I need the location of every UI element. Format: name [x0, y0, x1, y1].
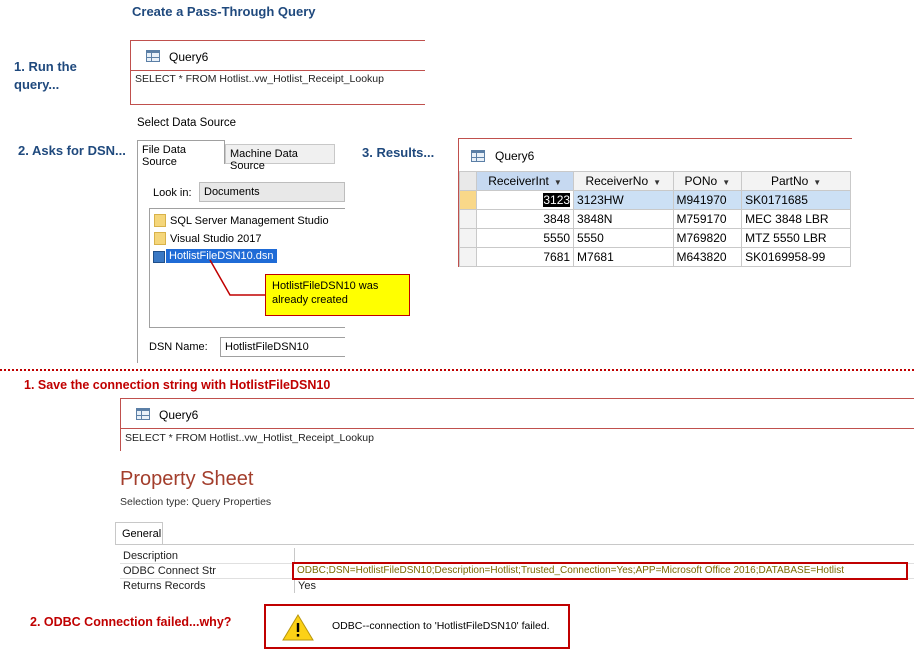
- cell-receiverint[interactable]: 7681: [475, 247, 575, 267]
- sql-text[interactable]: SELECT * FROM Hotlist..vw_Hotlist_Receip…: [135, 73, 384, 85]
- cell-receiverno[interactable]: M7681: [573, 247, 674, 267]
- query-window-title[interactable]: Query6: [159, 408, 198, 422]
- row-selector[interactable]: [459, 247, 477, 267]
- tab-machine-data-source[interactable]: Machine Data Source: [225, 144, 335, 172]
- cell-partno[interactable]: SK0169958-99: [741, 247, 851, 267]
- property-sheet-title: Property Sheet: [120, 468, 254, 490]
- callout-leader: [209, 259, 265, 296]
- column-header-partno[interactable]: PartNo ▼: [741, 171, 851, 191]
- error-dialog: ODBC--connection to 'HotlistFileDSN10' f…: [264, 604, 570, 649]
- cell-receiverno[interactable]: 5550: [573, 228, 674, 248]
- section-divider: [0, 369, 914, 371]
- cell-partno[interactable]: SK0171685: [741, 190, 851, 210]
- table-row[interactable]: 3123 3123HW M941970 SK0171685: [459, 190, 851, 210]
- warning-icon: [282, 614, 314, 641]
- cell-pono[interactable]: M941970: [672, 190, 743, 210]
- list-item-ssms[interactable]: SQL Server Management Studio: [170, 215, 329, 227]
- query-window-1: Query6 SELECT * FROM Hotlist..vw_Hotlist…: [130, 40, 425, 105]
- table-row[interactable]: 3848 3848N M759170 MEC 3848 LBR: [459, 209, 851, 229]
- odbc-connect-field[interactable]: ODBC;DSN=HotlistFileDSN10;Description=Ho…: [292, 562, 908, 580]
- callout-note: HotlistFileDSN10 was already created: [265, 274, 410, 316]
- cell-receiverint[interactable]: 5550: [475, 228, 575, 248]
- query-window-2: Query6 SELECT * FROM Hotlist..vw_Hotlist…: [120, 398, 914, 451]
- cell-receiverno[interactable]: 3848N: [573, 209, 674, 229]
- dsn-dialog-title: Select Data Source: [137, 117, 237, 129]
- query-icon: [136, 408, 150, 420]
- cell-partno[interactable]: MTZ 5550 LBR: [741, 228, 851, 248]
- step-asks-dsn-label: 2. Asks for DSN...: [18, 143, 126, 158]
- step-results-label: 3. Results...: [362, 145, 435, 160]
- sql-text[interactable]: SELECT * FROM Hotlist..vw_Hotlist_Receip…: [125, 432, 374, 444]
- dsn-file-icon: [153, 251, 165, 263]
- look-in-label: Look in:: [153, 187, 192, 199]
- select-all-corner[interactable]: [459, 171, 477, 191]
- list-item-vs2017[interactable]: Visual Studio 2017: [170, 233, 262, 245]
- column-header-receiverno[interactable]: ReceiverNo ▼: [573, 171, 674, 191]
- results-window-title[interactable]: Query6: [495, 149, 534, 163]
- cell-receiverint[interactable]: 3123: [475, 190, 575, 210]
- cell-receiverno[interactable]: 3123HW: [573, 190, 674, 210]
- look-in-select[interactable]: Documents: [199, 182, 345, 202]
- selection-type: Selection type: Query Properties: [120, 496, 272, 508]
- tab-general[interactable]: General: [115, 522, 163, 544]
- results-grid: ReceiverInt ▼ ReceiverNo ▼ PONo ▼ PartNo ▼ 3…: [459, 171, 851, 267]
- dsn-name-input[interactable]: HotlistFileDSN10: [220, 337, 345, 357]
- odbc-connect-value: ODBC;DSN=HotlistFileDSN10;Description=Ho…: [297, 565, 844, 576]
- table-row[interactable]: 5550 5550 M769820 MTZ 5550 LBR: [459, 228, 851, 248]
- column-header-receiverint[interactable]: ReceiverInt ▼: [475, 171, 575, 191]
- row-selector[interactable]: [459, 228, 477, 248]
- row-selector[interactable]: [459, 209, 477, 229]
- cell-partno[interactable]: MEC 3848 LBR: [741, 209, 851, 229]
- step-save-conn-label: 1. Save the connection string with Hotli…: [24, 378, 331, 392]
- folder-icon: [154, 232, 166, 245]
- prop-label-odbc-connect: ODBC Connect Str: [123, 565, 216, 577]
- error-message: ODBC--connection to 'HotlistFileDSN10' f…: [332, 620, 550, 632]
- cell-pono[interactable]: M759170: [672, 209, 743, 229]
- query-icon: [146, 50, 160, 62]
- step-run-query-label: 1. Run the query...: [14, 59, 77, 92]
- dsn-name-label: DSN Name:: [149, 341, 208, 353]
- row-selector[interactable]: [459, 190, 477, 210]
- query-icon: [471, 150, 485, 162]
- tab-file-data-source[interactable]: File Data Source: [137, 140, 225, 168]
- page-heading: Create a Pass-Through Query: [132, 4, 316, 19]
- table-row[interactable]: 7681 M7681 M643820 SK0169958-99: [459, 247, 851, 267]
- step-odbc-failed-label: 2. ODBC Connection failed...why?: [30, 615, 232, 629]
- prop-label-returns-records: Returns Records: [123, 580, 206, 592]
- results-window: Query6 ReceiverInt ▼ ReceiverNo ▼ PONo ▼ Pa…: [458, 138, 852, 267]
- cell-pono[interactable]: M643820: [672, 247, 743, 267]
- folder-icon: [154, 214, 166, 227]
- column-header-pono[interactable]: PONo ▼: [672, 171, 743, 191]
- prop-label-description: Description: [123, 550, 179, 562]
- cell-pono[interactable]: M769820: [672, 228, 743, 248]
- query-window-title[interactable]: Query6: [169, 50, 208, 64]
- dsn-dialog: File Data Source Machine Data Source Loo…: [137, 140, 345, 363]
- prop-value-returns-records[interactable]: Yes: [298, 580, 316, 592]
- cell-receiverint[interactable]: 3848: [475, 209, 575, 229]
